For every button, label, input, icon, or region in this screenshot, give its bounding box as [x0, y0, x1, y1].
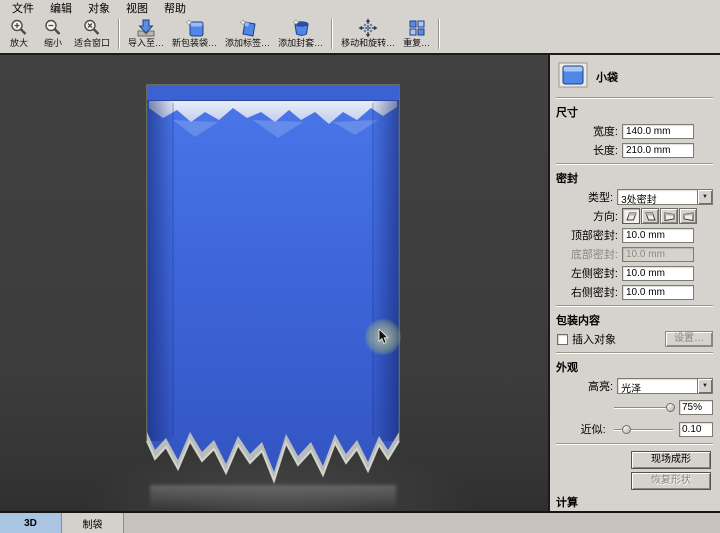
- view-tab-bar: 3D 制袋: [0, 511, 720, 533]
- settings-button[interactable]: 设置…: [665, 331, 713, 347]
- highlight-label: 高亮:: [588, 381, 614, 393]
- slider-thumb[interactable]: [665, 403, 675, 412]
- toolbar-separator: [118, 19, 121, 49]
- divider: [556, 97, 713, 99]
- zoom-in-label: 放大: [9, 38, 28, 48]
- add-sleeve-button[interactable]: 添加封套…: [274, 17, 327, 53]
- menu-object[interactable]: 对象: [80, 0, 118, 18]
- divider: [556, 443, 713, 445]
- fit-window-icon: [82, 18, 102, 38]
- move-rotate-icon: [357, 18, 379, 38]
- direction-option-4[interactable]: [679, 208, 697, 224]
- highlight-slider[interactable]: [613, 403, 675, 412]
- import-icon: [135, 18, 157, 38]
- divider: [556, 305, 713, 307]
- bottom-seal-input: [622, 246, 694, 262]
- zoom-in-icon: [9, 18, 29, 38]
- menu-edit[interactable]: 编辑: [42, 0, 80, 18]
- properties-panel: 小袋 尺寸 宽度: 长度: 密封 类型: 3处密封 ▼: [548, 55, 720, 511]
- top-seal-label: 顶部密封:: [570, 230, 618, 242]
- import-label: 导入至…: [128, 38, 165, 48]
- object-title: 小袋: [596, 71, 618, 84]
- add-sleeve-icon: [290, 18, 312, 38]
- bag-3d-render: [143, 83, 403, 487]
- import-button[interactable]: 导入至…: [124, 17, 168, 53]
- move-rotate-button[interactable]: 移动和旋转…: [337, 17, 399, 53]
- new-bag-label: 新包装袋…: [172, 38, 218, 48]
- add-label-button[interactable]: 添加标签…: [221, 17, 274, 53]
- add-sleeve-label: 添加封套…: [278, 38, 324, 48]
- bag-thumbnail-icon: [558, 62, 588, 91]
- restore-shape-button[interactable]: 恢复形状: [631, 472, 711, 490]
- live-shape-button[interactable]: 现场成形: [631, 451, 711, 469]
- section-content-title: 包装内容: [556, 315, 600, 327]
- repeat-button[interactable]: 重复…: [399, 17, 434, 53]
- left-seal-input[interactable]: [622, 265, 694, 281]
- highlight-value: 光泽: [621, 384, 642, 393]
- zoom-out-button[interactable]: 缩小: [36, 17, 70, 53]
- add-label-icon: [237, 18, 259, 38]
- zoom-out-label: 缩小: [43, 38, 62, 48]
- toolbar-separator: [438, 19, 441, 49]
- divider: [556, 352, 713, 354]
- section-appearance-title: 外观: [556, 362, 578, 374]
- chevron-down-icon[interactable]: ▼: [697, 379, 712, 393]
- bottom-seal-label: 底部密封:: [570, 249, 618, 261]
- left-seal-label: 左侧密封:: [570, 268, 618, 280]
- section-size-title: 尺寸: [556, 107, 578, 119]
- top-seal-input[interactable]: [622, 227, 694, 243]
- toolbar: 放大 缩小 适合窗口 导入至… 新包装袋… 添加标签… 添加封套… 移动和旋转……: [0, 16, 720, 55]
- section-seal-title: 密封: [556, 173, 578, 185]
- slider-track: [613, 407, 673, 409]
- zoom-out-icon: [43, 18, 63, 38]
- divider: [556, 163, 713, 165]
- repeat-icon: [407, 18, 427, 38]
- seal-type-dropdown[interactable]: 3处密封 ▼: [617, 189, 713, 205]
- direction-label: 方向:: [592, 211, 618, 223]
- tab-3d[interactable]: 3D: [0, 513, 62, 533]
- compute-label: 计算: [556, 497, 578, 509]
- menu-file[interactable]: 文件: [4, 0, 42, 18]
- menu-help[interactable]: 帮助: [156, 0, 194, 18]
- tab-bar-filler: [124, 513, 720, 533]
- chevron-down-icon[interactable]: ▼: [697, 190, 712, 204]
- fit-window-button[interactable]: 适合窗口: [70, 17, 114, 53]
- length-label: 长度:: [592, 145, 618, 157]
- application-window: 文件 编辑 对象 视图 帮助 放大 缩小 适合窗口 导入至… 新包装袋… 添加标…: [0, 0, 720, 533]
- mouse-cursor-icon: [378, 328, 392, 349]
- width-input[interactable]: [622, 123, 694, 139]
- repeat-label: 重复…: [403, 38, 431, 48]
- approx-label: 近似:: [580, 424, 606, 436]
- seal-type-value: 3处密封: [621, 195, 657, 204]
- toolbar-separator: [331, 19, 334, 49]
- new-bag-icon: [184, 18, 206, 38]
- zoom-in-button[interactable]: 放大: [2, 17, 36, 53]
- highlight-dropdown[interactable]: 光泽 ▼: [617, 378, 713, 394]
- approx-slider[interactable]: [613, 424, 673, 434]
- approx-input[interactable]: [679, 421, 713, 437]
- tab-bag-making[interactable]: 制袋: [62, 513, 124, 533]
- insert-object-checkbox[interactable]: [557, 333, 568, 345]
- direction-option-3[interactable]: [660, 208, 678, 224]
- width-label: 宽度:: [592, 126, 618, 138]
- fit-window-label: 适合窗口: [74, 38, 111, 48]
- menu-bar: 文件 编辑 对象 视图 帮助: [0, 0, 720, 16]
- move-rotate-label: 移动和旋转…: [341, 38, 396, 48]
- length-input[interactable]: [622, 142, 694, 158]
- menu-view[interactable]: 视图: [118, 0, 156, 18]
- highlight-percent-input[interactable]: [679, 400, 713, 415]
- seal-type-label: 类型:: [588, 192, 614, 204]
- new-bag-button[interactable]: 新包装袋…: [168, 17, 221, 53]
- bag-reflection: [150, 485, 396, 509]
- slider-thumb[interactable]: [621, 424, 631, 434]
- right-seal-input[interactable]: [622, 284, 694, 300]
- insert-object-label: 插入对象: [572, 334, 616, 346]
- 3d-viewport[interactable]: [0, 55, 548, 511]
- add-label-label: 添加标签…: [225, 38, 271, 48]
- direction-option-1[interactable]: [622, 208, 640, 224]
- direction-option-2[interactable]: [641, 208, 659, 224]
- right-seal-label: 右侧密封:: [570, 287, 618, 299]
